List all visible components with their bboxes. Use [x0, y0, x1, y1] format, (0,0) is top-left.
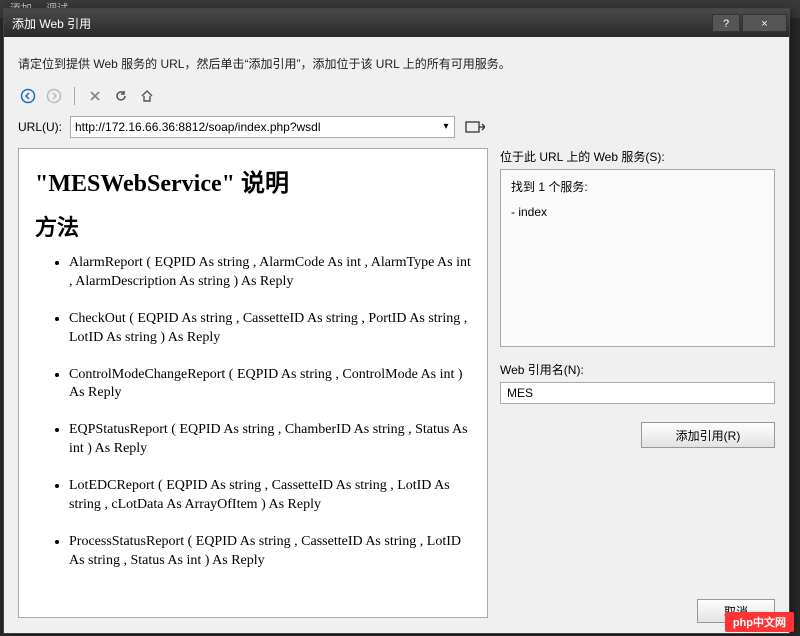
services-found-text: 找到 1 个服务:: [511, 178, 764, 195]
nav-back-button[interactable]: [18, 86, 38, 106]
web-reference-name-input[interactable]: [500, 382, 775, 404]
chevron-down-icon[interactable]: ▾: [439, 119, 453, 135]
side-pane: 位于此 URL 上的 Web 服务(S): 找到 1 个服务: - index …: [500, 148, 775, 618]
add-reference-button[interactable]: 添加引用(R): [641, 422, 775, 448]
content-area: "MESWebService" 说明 方法 AlarmReport ( EQPI…: [18, 148, 775, 618]
method-item: LotEDCReport ( EQPID As string , Cassett…: [69, 477, 471, 515]
dialog-titlebar: 添加 Web 引用 ? ×: [4, 9, 789, 37]
services-at-url-label: 位于此 URL 上的 Web 服务(S):: [500, 148, 775, 165]
add-web-reference-dialog: 添加 Web 引用 ? × 请定位到提供 Web 服务的 URL，然后单击“添加…: [3, 8, 790, 634]
method-item: ProcessStatusReport ( EQPID As string , …: [69, 533, 471, 571]
url-input[interactable]: [70, 116, 455, 138]
methods-list: AlarmReport ( EQPID As string , AlarmCod…: [35, 254, 471, 571]
method-item: EQPStatusReport ( EQPID As string , Cham…: [69, 421, 471, 459]
toolbar-separator: [74, 87, 75, 105]
dialog-body: 请定位到提供 Web 服务的 URL，然后单击“添加引用”，添加位于该 URL …: [4, 37, 789, 633]
web-reference-name-label: Web 引用名(N):: [500, 361, 775, 378]
method-item: CheckOut ( EQPID As string , CassetteID …: [69, 310, 471, 348]
url-row: URL(U): ▾: [18, 116, 775, 138]
services-list[interactable]: 找到 1 个服务: - index: [500, 169, 775, 347]
help-button[interactable]: ?: [712, 14, 740, 32]
url-label: URL(U):: [18, 120, 62, 134]
nav-stop-button: [85, 86, 105, 106]
nav-toolbar: [18, 84, 775, 108]
method-item: AlarmReport ( EQPID As string , AlarmCod…: [69, 254, 471, 292]
url-combobox[interactable]: ▾: [70, 116, 455, 138]
nav-forward-button: [44, 86, 64, 106]
instruction-text: 请定位到提供 Web 服务的 URL，然后单击“添加引用”，添加位于该 URL …: [18, 55, 775, 72]
dialog-title: 添加 Web 引用: [12, 15, 710, 32]
nav-refresh-button[interactable]: [111, 86, 131, 106]
nav-home-button[interactable]: [137, 86, 157, 106]
service-preview-pane: "MESWebService" 说明 方法 AlarmReport ( EQPI…: [18, 148, 488, 618]
service-item[interactable]: - index: [511, 205, 764, 219]
go-button[interactable]: [463, 117, 487, 137]
methods-label: 方法: [35, 210, 471, 242]
method-item: ControlModeChangeReport ( EQPID As strin…: [69, 366, 471, 404]
service-heading: "MESWebService" 说明: [35, 163, 471, 198]
watermark: php中文网: [725, 612, 794, 632]
close-button[interactable]: ×: [742, 14, 787, 32]
